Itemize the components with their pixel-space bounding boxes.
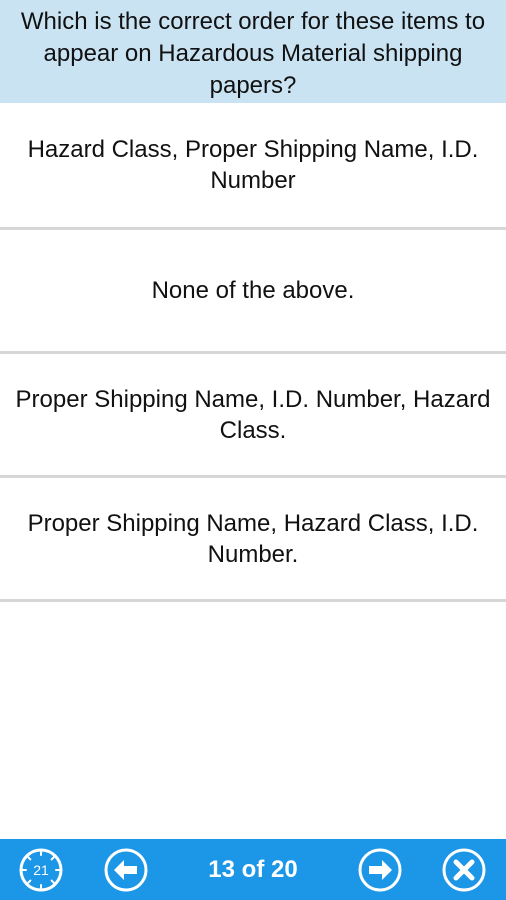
next-button[interactable] [357,847,403,893]
answer-option-2-text: None of the above. [151,277,355,304]
answer-option-4-text: Proper Shipping Name, Hazard Class, I.D.… [27,509,479,568]
question-progress: 13 of 20 [208,856,298,883]
previous-arrow-icon [104,848,148,892]
close-icon [442,848,486,892]
answer-option-4[interactable]: Proper Shipping Name, Hazard Class, I.D.… [0,478,506,602]
answer-list: Hazard Class, Proper Shipping Name, I.D.… [0,103,506,602]
previous-button[interactable] [103,847,149,893]
bottom-toolbar: 21 13 of 20 [0,839,506,900]
question-text: Which is the correct order for these ite… [20,8,486,99]
next-arrow-icon [358,848,402,892]
timer-value: 21 [33,862,49,878]
question-header: Which is the correct order for these ite… [0,0,506,103]
answer-option-2[interactable]: None of the above. [0,230,506,354]
answer-option-1-text: Hazard Class, Proper Shipping Name, I.D.… [27,136,479,194]
answer-option-3[interactable]: Proper Shipping Name, I.D. Number, Hazar… [0,354,506,478]
close-button[interactable] [441,847,487,893]
timer-icon: 21 [19,848,63,892]
answer-option-3-text: Proper Shipping Name, I.D. Number, Hazar… [15,385,491,444]
timer-button[interactable]: 21 [18,847,64,893]
answer-option-1[interactable]: Hazard Class, Proper Shipping Name, I.D.… [0,103,506,230]
